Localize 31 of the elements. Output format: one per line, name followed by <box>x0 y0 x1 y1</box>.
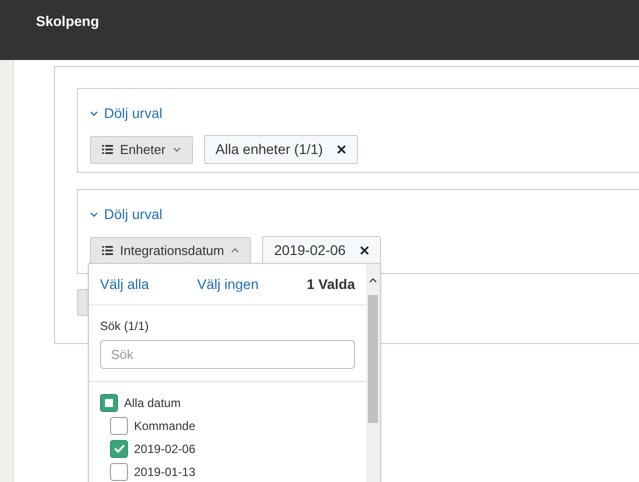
chevron-icon <box>172 147 181 152</box>
list-icon <box>102 246 113 255</box>
chip-label: Alla enheter (1/1) <box>216 140 323 159</box>
hide-selection-toggle[interactable]: Dölj urval <box>90 103 162 124</box>
checkbox[interactable] <box>110 440 128 458</box>
checkbox[interactable] <box>100 394 118 412</box>
option-label[interactable]: Alla datum <box>124 394 181 412</box>
list-icon <box>102 145 113 154</box>
chevron-icon <box>369 278 377 283</box>
select-all-link[interactable]: Välj alla <box>100 274 150 294</box>
close-icon[interactable] <box>336 145 346 154</box>
checkbox[interactable] <box>110 416 128 434</box>
search-field[interactable]: Sök <box>100 340 355 369</box>
scrollbar[interactable] <box>366 264 380 482</box>
chevron-icon <box>231 248 240 253</box>
option-label[interactable]: Kommande <box>134 416 196 434</box>
selected-count: 1 Valda <box>306 274 355 294</box>
chevron-icon <box>90 212 98 217</box>
chevron-icon <box>90 111 98 116</box>
close-icon[interactable] <box>360 246 369 255</box>
hide-selection-toggle[interactable]: Dölj urval <box>90 204 162 225</box>
filter-dropdown-button[interactable]: Enheter <box>90 136 193 164</box>
search-label: Sök (1/1) <box>100 318 150 335</box>
chip-label: 2019-02-06 <box>274 241 346 260</box>
filter-dropdown-button[interactable]: Integrationsdatum <box>90 236 252 264</box>
app-title: Skolpeng <box>36 12 100 31</box>
checkbox[interactable] <box>110 462 128 480</box>
option-label[interactable]: 2019-02-06 <box>134 440 196 458</box>
option-label[interactable]: 2019-01-13 <box>134 462 196 480</box>
select-none-link[interactable]: Välj ingen <box>197 274 259 294</box>
check-icon <box>114 444 124 453</box>
